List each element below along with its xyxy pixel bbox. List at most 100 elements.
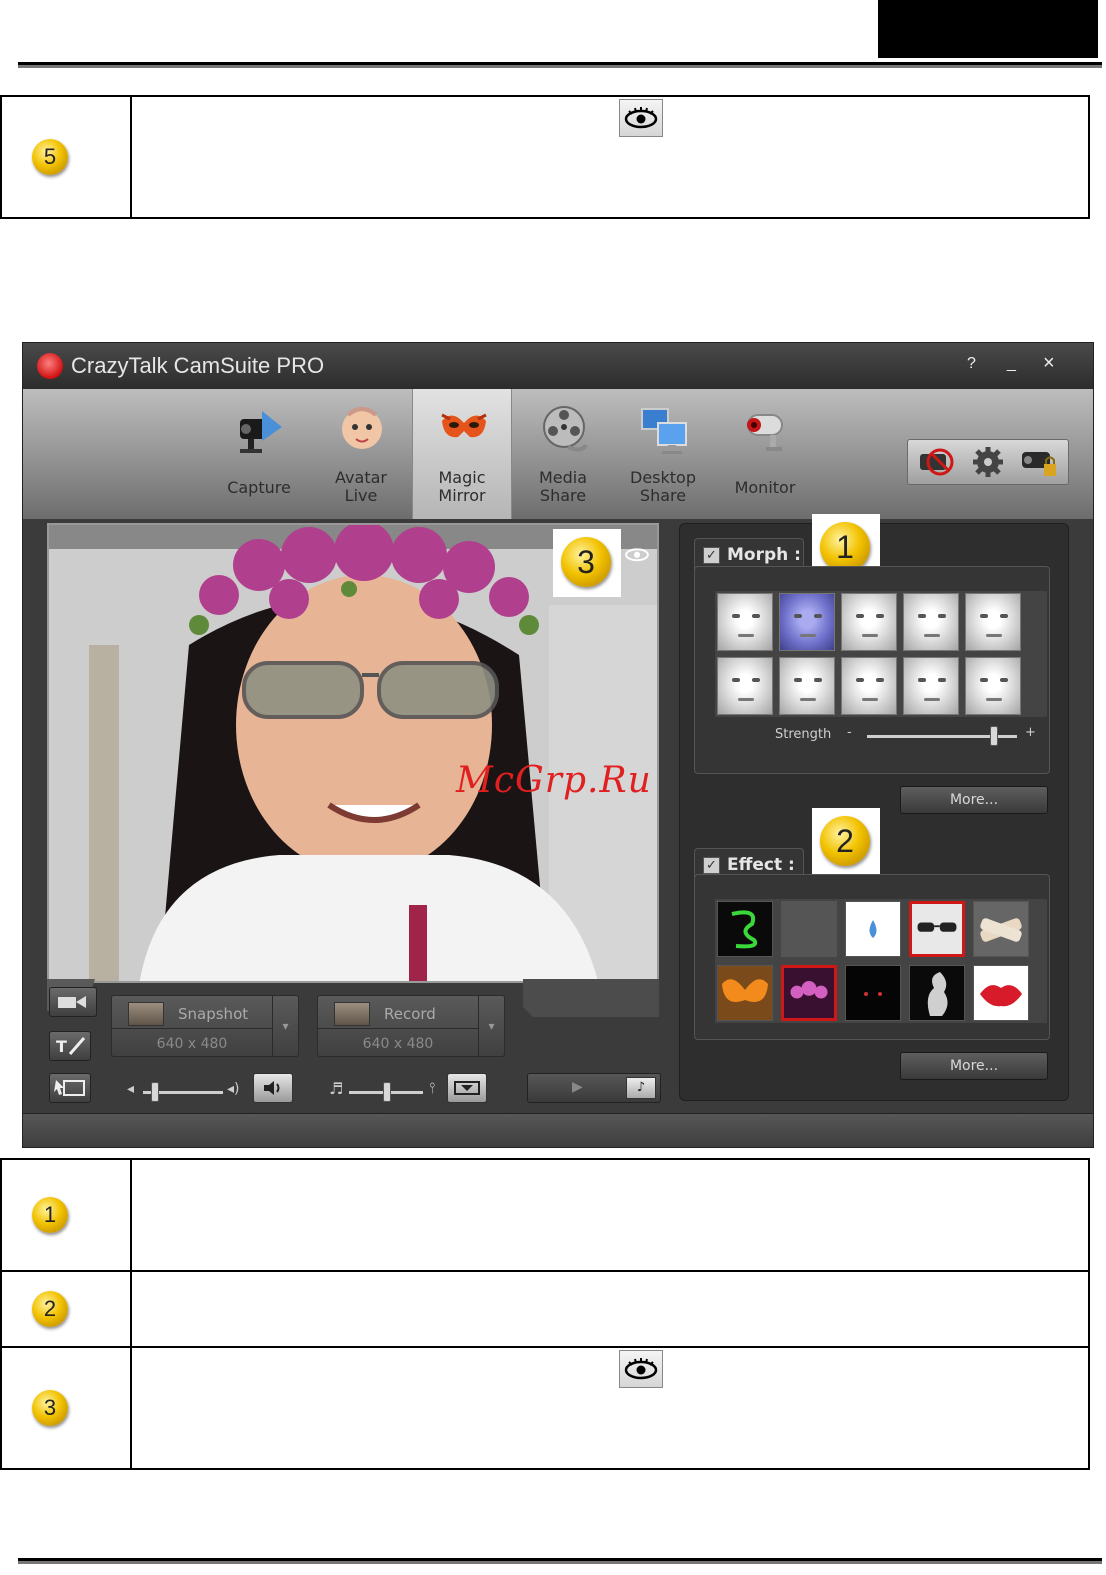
effect-smoke[interactable] [909,965,965,1021]
security-camera-icon [747,414,783,451]
number-bullet-5: 5 [32,139,68,175]
speaker-low-icon: ◂ [127,1081,135,1097]
footer-rule [18,1558,1102,1564]
pointer-tool-button[interactable] [49,1073,91,1103]
film-reel-icon [543,406,588,452]
record-button[interactable]: Record 640 x 480 ▾ [317,995,505,1057]
effect-sunglasses[interactable] [909,901,965,957]
mixer-icon [454,1081,480,1095]
tool-label: Monitor [734,478,796,497]
table-row: 3 [0,1346,1090,1470]
text-tool-button[interactable]: T [49,1031,91,1061]
header-black-block [878,0,1098,58]
chevron-down-icon[interactable]: ▾ [272,996,298,1056]
audio-mix-button[interactable] [447,1073,487,1103]
tool-magic-mirror[interactable]: Magic Mirror [412,389,512,519]
no-camera-icon[interactable] [914,444,958,480]
effect-swirl[interactable] [717,901,773,957]
manual-page: 5 CrazyTalk CamSuite PRO ? _ × Capture A… [0,0,1106,1575]
strength-minus: - [847,725,852,740]
snapshot-button[interactable]: Snapshot 640 x 480 ▾ [111,995,299,1057]
tool-avatar-live[interactable]: Avatar Live [311,389,411,519]
strength-plus: + [1025,725,1036,740]
video-camera-icon [58,996,86,1008]
record-resolution: 640 x 480 [362,1036,434,1052]
chevron-down-icon[interactable]: ▾ [478,996,504,1056]
mask-icon [441,413,487,438]
effect-dark-eyes[interactable] [845,965,901,1021]
morph-checkbox[interactable]: ✓ [703,547,720,564]
tool-label: Desktop Share [630,468,696,505]
music-note-icon: ♬ [329,1079,344,1098]
webcam-icon [240,411,282,453]
tool-desktop-share[interactable]: Desktop Share [613,389,713,519]
minimize-button[interactable]: _ [1007,355,1016,373]
effect-section [694,874,1050,1040]
camera-mode-button[interactable] [49,987,97,1017]
audio-file-button[interactable]: ♪ [626,1077,656,1099]
number-bullet-2: 2 [32,1291,68,1327]
header-rule [18,62,1102,68]
webcam-preview: 3 [47,523,659,983]
speaker-icon [264,1081,280,1095]
cursor-window-icon [54,1080,85,1096]
effect-butterfly-mask[interactable] [717,965,773,1021]
effect-bandage[interactable] [973,901,1029,957]
morph-grid [715,591,1047,717]
effect-title: Effect : [727,855,795,875]
effect-drop[interactable] [845,901,901,957]
strength-label: Strength [775,727,832,742]
morph-face-7[interactable] [779,657,835,715]
callout-2: 2 [812,808,880,876]
speaker-mute-button[interactable] [253,1073,293,1103]
gear-icon[interactable] [966,444,1010,480]
effect-more-button[interactable]: More... [900,1052,1048,1080]
mic-volume-slider[interactable] [349,1079,423,1107]
morph-face-1[interactable] [717,593,773,651]
status-bar [23,1113,1093,1147]
speaker-volume-slider[interactable] [143,1079,223,1107]
camera-lock-icon[interactable] [1018,444,1062,480]
morph-face-6[interactable] [717,657,773,715]
morph-more-button[interactable]: More... [900,786,1048,814]
morph-face-2[interactable] [779,593,835,651]
eye-icon[interactable] [623,543,651,565]
table-row: 2 [0,1270,1090,1348]
play-icon[interactable]: ▶ [572,1079,583,1095]
slider-handle[interactable] [151,1082,159,1102]
effect-noise[interactable] [781,901,837,957]
morph-face-9[interactable] [903,657,959,715]
morph-face-4[interactable] [903,593,959,651]
morph-face-10[interactable] [965,657,1021,715]
snapshot-label: Snapshot [178,1005,249,1023]
eye-icon [619,1350,663,1388]
tool-media-share[interactable]: Media Share [513,389,613,519]
playback-bar: ▶ ♪ [527,1073,661,1103]
effect-flower-crown[interactable] [781,965,837,1021]
morph-face-5[interactable] [965,593,1021,651]
record-thumbnail [334,1002,370,1026]
strength-slider[interactable] [867,723,1017,751]
close-button[interactable]: × [1043,352,1055,375]
snapshot-resolution: 640 x 480 [156,1036,228,1052]
top-right-toolbar [907,439,1069,485]
tool-monitor[interactable]: Monitor [715,389,815,519]
title-bar: CrazyTalk CamSuite PRO ? _ × [23,343,1093,389]
crazytalk-camsuite-window: CrazyTalk CamSuite PRO ? _ × Capture Ava… [22,342,1094,1148]
morph-section: Strength - + [694,566,1050,774]
text-pen-icon: T [56,1037,86,1056]
number-bullet-1: 1 [32,1197,68,1233]
morph-face-3[interactable] [841,593,897,651]
tool-label: Capture [227,478,291,497]
watermark: McGrp.Ru [456,760,652,801]
help-button[interactable]: ? [967,355,976,373]
slider-handle[interactable] [990,726,998,746]
eye-icon [619,99,663,137]
effect-lips[interactable] [973,965,1029,1021]
tool-label: Magic Mirror [438,468,486,505]
morph-face-8[interactable] [841,657,897,715]
slider-handle[interactable] [383,1082,391,1102]
effect-checkbox[interactable]: ✓ [703,857,720,874]
table-row: 1 [0,1158,1090,1272]
tool-capture[interactable]: Capture [209,389,309,519]
